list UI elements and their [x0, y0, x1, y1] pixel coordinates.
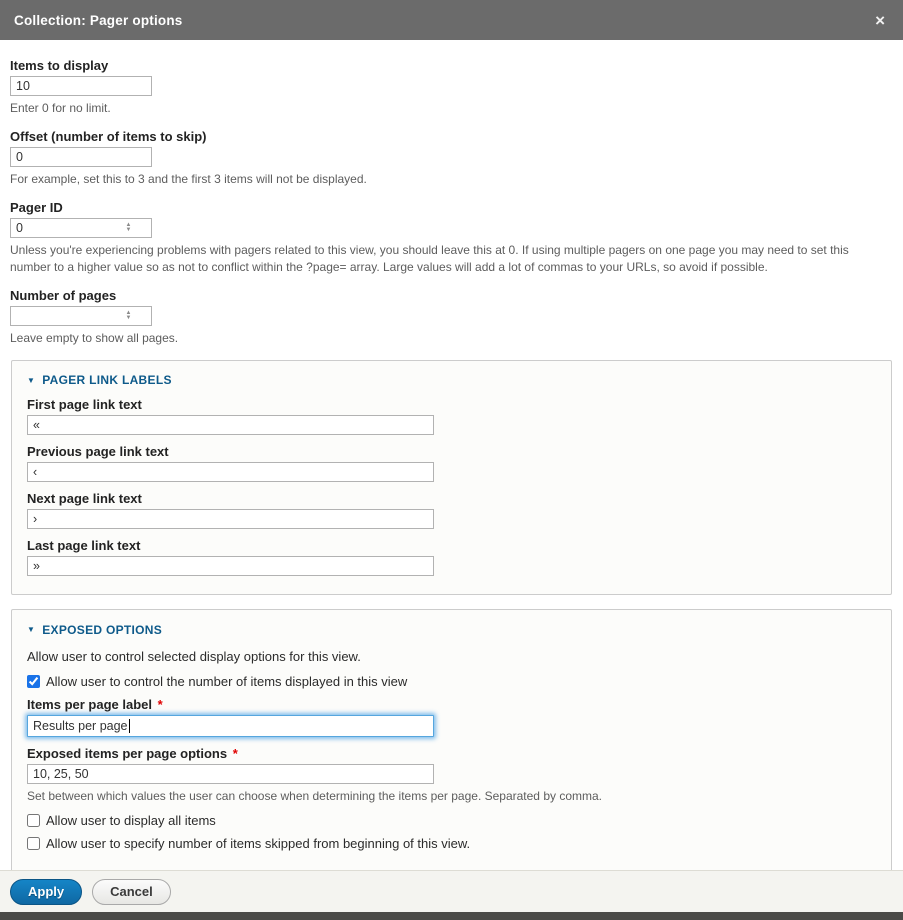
spinner-down-icon[interactable]: ▼	[126, 316, 132, 321]
last-page-link-input[interactable]	[27, 556, 434, 576]
next-page-link-input[interactable]	[27, 509, 434, 529]
number-of-pages-description: Leave empty to show all pages.	[10, 330, 890, 346]
collapse-triangle-icon: ▼	[27, 625, 35, 634]
previous-page-link-label: Previous page link text	[27, 444, 876, 459]
pager-options-dialog: Collection: Pager options × Items to dis…	[0, 0, 903, 920]
field-items-per-page-label: Items per page label * Results per page	[27, 697, 876, 737]
items-to-display-label: Items to display	[10, 58, 893, 73]
last-page-link-label: Last page link text	[27, 538, 876, 553]
allow-items-displayed-checkbox[interactable]	[27, 675, 40, 688]
pager-link-labels-legend-text: PAGER LINK LABELS	[42, 373, 172, 387]
field-pager-id: Pager ID ▲ ▼ Unless you're experiencing …	[10, 200, 893, 274]
number-spinner-icon[interactable]: ▲ ▼	[123, 221, 134, 235]
next-page-link-label: Next page link text	[27, 491, 876, 506]
previous-page-link-input[interactable]	[27, 462, 434, 482]
required-asterisk: *	[158, 697, 163, 712]
field-exposed-items-options: Exposed items per page options * Set bet…	[27, 746, 876, 804]
close-icon[interactable]: ×	[871, 10, 889, 31]
spinner-down-icon[interactable]: ▼	[126, 228, 132, 233]
dialog-title: Collection: Pager options	[14, 13, 183, 28]
allow-display-all-checkbox[interactable]	[27, 814, 40, 827]
offset-label: Offset (number of items to skip)	[10, 129, 893, 144]
exposed-options-legend-text: EXPOSED OPTIONS	[42, 623, 162, 637]
text-caret	[129, 719, 130, 733]
field-items-to-display: Items to display Enter 0 for no limit.	[10, 58, 893, 116]
offset-description: For example, set this to 3 and the first…	[10, 171, 890, 187]
exposed-items-options-description: Set between which values the user can ch…	[27, 788, 876, 804]
exposed-items-options-input[interactable]	[27, 764, 434, 784]
bottom-dark-bar	[0, 912, 903, 920]
cancel-button[interactable]: Cancel	[92, 879, 171, 905]
fieldset-pager-link-labels: ▼ PAGER LINK LABELS First page link text…	[11, 360, 892, 596]
items-per-page-label-label: Items per page label *	[27, 697, 876, 712]
exposed-items-options-label: Exposed items per page options *	[27, 746, 876, 761]
number-spinner-icon[interactable]: ▲ ▼	[123, 309, 134, 323]
field-last-page-link: Last page link text	[27, 538, 876, 576]
allow-display-all-label: Allow user to display all items	[46, 813, 216, 828]
first-page-link-label: First page link text	[27, 397, 876, 412]
allow-skip-items-checkbox[interactable]	[27, 837, 40, 850]
exposed-options-legend[interactable]: ▼ EXPOSED OPTIONS	[27, 623, 162, 637]
items-per-page-label-text: Items per page label	[27, 697, 152, 712]
dialog-content: Items to display Enter 0 for no limit. O…	[0, 40, 903, 870]
items-to-display-input[interactable]	[10, 76, 152, 96]
number-of-pages-number-wrap: ▲ ▼	[10, 306, 152, 326]
checkbox-row-skip-items: Allow user to specify number of items sk…	[27, 836, 876, 851]
pager-id-number-wrap: ▲ ▼	[10, 218, 152, 238]
collapse-triangle-icon: ▼	[27, 376, 35, 385]
exposed-options-intro: Allow user to control selected display o…	[27, 649, 876, 664]
checkbox-row-display-all: Allow user to display all items	[27, 813, 876, 828]
first-page-link-input[interactable]	[27, 415, 434, 435]
pager-link-labels-legend[interactable]: ▼ PAGER LINK LABELS	[27, 373, 172, 387]
allow-items-displayed-label: Allow user to control the number of item…	[46, 674, 407, 689]
field-next-page-link: Next page link text	[27, 491, 876, 529]
dialog-titlebar: Collection: Pager options ×	[0, 0, 903, 40]
field-number-of-pages: Number of pages ▲ ▼ Leave empty to show …	[10, 288, 893, 346]
exposed-items-options-label-text: Exposed items per page options	[27, 746, 227, 761]
field-previous-page-link: Previous page link text	[27, 444, 876, 482]
allow-skip-items-label: Allow user to specify number of items sk…	[46, 836, 470, 851]
items-per-page-label-input[interactable]: Results per page	[27, 715, 434, 737]
pager-id-label: Pager ID	[10, 200, 893, 215]
pager-id-description: Unless you're experiencing problems with…	[10, 242, 890, 274]
items-to-display-description: Enter 0 for no limit.	[10, 100, 890, 116]
checkbox-row-items-displayed: Allow user to control the number of item…	[27, 674, 876, 689]
fieldset-exposed-options: ▼ EXPOSED OPTIONS Allow user to control …	[11, 609, 892, 870]
number-of-pages-label: Number of pages	[10, 288, 893, 303]
dialog-footer: Apply Cancel	[0, 870, 903, 912]
apply-button[interactable]: Apply	[10, 879, 82, 905]
field-offset: Offset (number of items to skip) For exa…	[10, 129, 893, 187]
required-asterisk: *	[233, 746, 238, 761]
field-first-page-link: First page link text	[27, 397, 876, 435]
offset-input[interactable]	[10, 147, 152, 167]
items-per-page-label-value: Results per page	[33, 719, 128, 733]
